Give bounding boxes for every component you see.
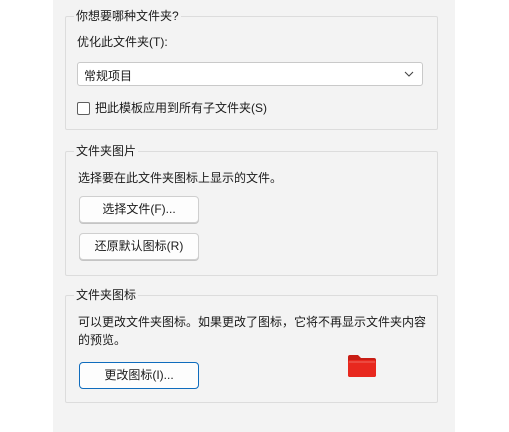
folder-type-content: 优化此文件夹(T): 常规项目 把此模板应用到所有子文件夹(S)	[65, 16, 438, 130]
apply-to-subfolders-checkbox[interactable]	[77, 102, 90, 115]
folder-icons-group: 文件夹图标 可以更改文件夹图标。如果更改了图标，它将不再显示文件夹内容 的预览。…	[65, 288, 438, 403]
optimize-label: 优化此文件夹(T):	[77, 35, 168, 49]
restore-default-icon-button[interactable]: 还原默认图标(R)	[79, 233, 199, 260]
folder-icons-legend: 文件夹图标	[74, 288, 139, 302]
folder-icons-description-line2: 的预览。	[78, 333, 127, 347]
chevron-down-icon	[404, 71, 414, 77]
folder-pictures-description: 选择要在此文件夹图标上显示的文件。	[78, 171, 283, 185]
choose-file-button[interactable]: 选择文件(F)...	[79, 196, 199, 223]
folder-pictures-legend: 文件夹图片	[74, 144, 139, 158]
folder-pictures-group: 文件夹图片 选择要在此文件夹图标上显示的文件。 选择文件(F)... 还原默认图…	[65, 144, 438, 276]
apply-to-subfolders-label: 把此模板应用到所有子文件夹(S)	[95, 101, 267, 115]
folder-icons-description-line1: 可以更改文件夹图标。如果更改了图标，它将不再显示文件夹内容	[78, 315, 427, 329]
customize-tab-panel: 你想要哪种文件夹? 优化此文件夹(T): 常规项目 把此模板应用到所有子文件夹(…	[53, 0, 455, 432]
optimize-select-value: 常规项目	[84, 69, 133, 83]
folder-icon	[348, 355, 376, 377]
optimize-select[interactable]: 常规项目	[77, 62, 423, 86]
change-icon-button[interactable]: 更改图标(I)...	[79, 362, 199, 389]
